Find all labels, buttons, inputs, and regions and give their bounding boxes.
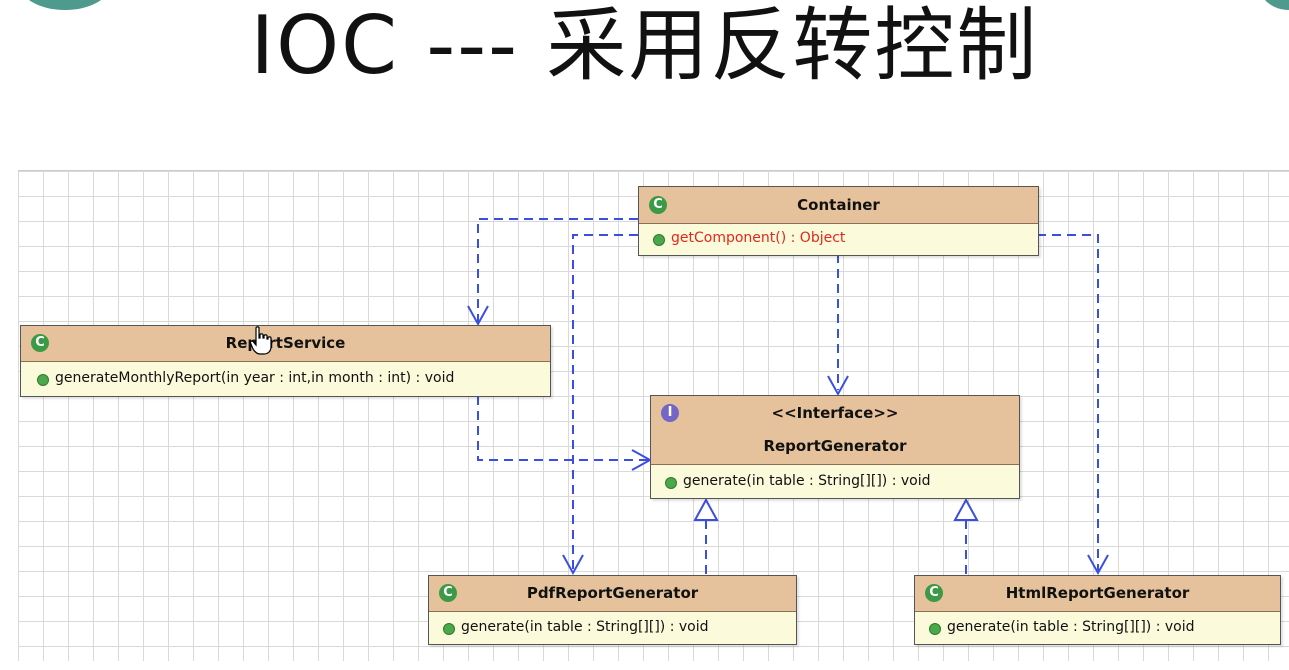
public-method-icon (37, 374, 49, 386)
public-method-icon (929, 623, 941, 635)
class-icon: C (925, 584, 943, 602)
realization-triangle-html (953, 497, 979, 521)
public-method-icon (443, 623, 455, 635)
public-method-icon (665, 477, 677, 489)
container-to-pdfreportgenerator-dependency (572, 234, 638, 571)
container-to-htmlreportgenerator-dependency (1037, 234, 1099, 571)
class-name-reportservice: ReportService (225, 334, 346, 352)
realization-triangle-pdf (693, 497, 719, 521)
class-icon: C (649, 196, 667, 214)
reportservice-to-reportgenerator-dependency (477, 396, 648, 461)
method-generate: generate(in table : String[][]) : void (947, 619, 1195, 635)
public-method-icon (653, 234, 665, 246)
interface-reportgenerator[interactable]: I <<Interface>> ReportGenerator generate… (650, 395, 1020, 499)
class-reportservice[interactable]: C ReportService generateMonthlyReport(in… (20, 325, 551, 397)
interface-name-reportgenerator: ReportGenerator (763, 437, 907, 455)
method-generatemonthlyreport: generateMonthlyReport(in year : int,in m… (55, 370, 455, 386)
class-container[interactable]: C Container getComponent() : Object (638, 186, 1039, 256)
class-icon: C (439, 584, 457, 602)
class-name-container: Container (797, 196, 880, 214)
interface-stereotype: <<Interface>> (771, 404, 899, 422)
class-name-htmlreportgenerator: HtmlReportGenerator (1005, 584, 1190, 602)
class-pdfreportgenerator[interactable]: C PdfReportGenerator generate(in table :… (428, 575, 797, 645)
method-getcomponent: getComponent() : Object (671, 230, 846, 246)
class-icon: C (31, 334, 49, 352)
class-htmlreportgenerator[interactable]: C HtmlReportGenerator generate(in table … (914, 575, 1281, 645)
method-generate: generate(in table : String[][]) : void (683, 473, 931, 489)
class-name-pdfreportgenerator: PdfReportGenerator (526, 584, 699, 602)
hand-cursor-icon (250, 326, 272, 355)
method-generate: generate(in table : String[][]) : void (461, 619, 709, 635)
